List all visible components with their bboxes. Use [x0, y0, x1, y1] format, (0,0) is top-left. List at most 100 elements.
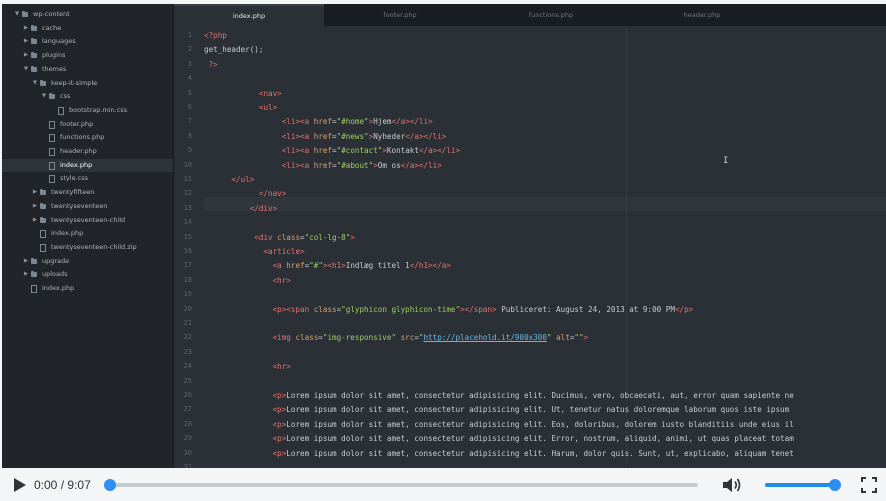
tree-item[interactable]: ▶ languages	[2, 35, 173, 48]
code-token: href	[313, 117, 333, 127]
code-token: ?>	[204, 59, 218, 69]
chevron-icon[interactable]: ▼	[31, 77, 39, 90]
code-line[interactable]: <p><span class="glyphicon glyphicon-time…	[204, 304, 694, 314]
progress-handle[interactable]	[103, 479, 116, 491]
code-line[interactable]: <img class="img-responsive" src="http://…	[204, 333, 589, 342]
code-line[interactable]: <?php	[204, 31, 227, 40]
chevron-icon[interactable]: ▶	[22, 35, 30, 48]
tree-item[interactable]: footer.php	[2, 118, 173, 131]
code-line[interactable]: <nav>	[204, 89, 282, 98]
tree-item[interactable]: twentyseventeen-child.zip	[2, 241, 173, 254]
tree-item[interactable]: ▶ upgrade	[2, 255, 173, 268]
line-number: 25	[183, 376, 192, 385]
tree-item-label: index.php	[51, 229, 84, 238]
mute-button[interactable]	[722, 476, 742, 494]
tree-item[interactable]: ▶ twentyseventeen	[2, 200, 173, 213]
tree-item-label: uploads	[42, 270, 68, 279]
line-number: 7	[187, 117, 192, 126]
code-editor[interactable]: I 1 <?php 2 get_header(); 3 ?> 4 5 <nav> 6 <ul>…	[174, 26, 886, 468]
tree-item-label: twentyseventeen-child	[51, 215, 126, 224]
tab-3[interactable]: header.php	[627, 4, 777, 26]
tree-item[interactable]: ▶ twentyseventeen-child	[2, 214, 173, 227]
chevron-icon[interactable]: ▼	[13, 8, 21, 21]
code-token: <li><a	[281, 160, 314, 170]
tree-item[interactable]: index.php	[2, 158, 173, 172]
tree-item-label: css	[60, 92, 71, 101]
tree-item[interactable]: functions.php	[2, 131, 173, 144]
chevron-icon[interactable]: ▶	[22, 22, 30, 35]
chevron-icon[interactable]: ▶	[22, 268, 30, 281]
play-icon	[14, 478, 26, 492]
tree-item[interactable]: ▼ wp-content	[2, 8, 173, 21]
tree-item[interactable]: ▶ twentyfifteen	[2, 186, 173, 199]
tree-item[interactable]: bootstrap.min.css	[2, 104, 173, 117]
code-token: get_header();	[204, 45, 264, 55]
tree-item[interactable]: ▼ css	[2, 90, 173, 103]
file-icon	[40, 230, 46, 239]
code-line[interactable]: </ul>	[204, 175, 254, 184]
line-number: 17	[183, 261, 192, 270]
tree-item[interactable]: index.php	[2, 227, 173, 240]
chevron-icon[interactable]: ▶	[31, 214, 39, 227]
tab-1[interactable]: footer.php	[325, 4, 475, 26]
tree-item[interactable]: ▶ uploads	[2, 268, 173, 281]
volume-slider[interactable]	[765, 479, 841, 491]
chevron-icon[interactable]: ▶	[22, 49, 30, 62]
fullscreen-button[interactable]	[861, 477, 877, 493]
chevron-icon[interactable]: ▶	[22, 255, 30, 268]
chevron-icon[interactable]: ▶	[31, 200, 39, 213]
code-line[interactable]: </div>	[204, 204, 277, 213]
progress-bar[interactable]	[103, 479, 698, 491]
tree-item[interactable]: header.php	[2, 145, 173, 158]
code-token: <p>	[272, 419, 287, 429]
code-token: href	[313, 146, 333, 156]
volume-handle[interactable]	[829, 479, 841, 491]
code-token: </a></li>	[405, 131, 447, 141]
code-line[interactable]: <li><a href="#about">Om os</a></li>	[204, 161, 442, 170]
code-line[interactable]: <article>	[204, 247, 304, 256]
tab-0[interactable]: index.php	[174, 4, 324, 26]
duration: 9:07	[67, 478, 91, 492]
chevron-icon[interactable]: ▼	[40, 90, 48, 103]
code-line[interactable]: <p>Lorem ipsum dolor sit amet, consectet…	[204, 420, 794, 429]
code-line[interactable]: </nav>	[204, 189, 286, 198]
code-line[interactable]: <p>Lorem ipsum dolor sit amet, consectet…	[204, 391, 794, 400]
code-line[interactable]: <li><a href="#contact">Kontakt</a></li>	[204, 146, 460, 155]
tree-item[interactable]: ▶ cache	[2, 22, 173, 35]
play-button[interactable]	[13, 477, 27, 493]
chevron-icon[interactable]: ▼	[22, 63, 30, 76]
code-line[interactable]: <p>Lorem ipsum dolor sit amet, consectet…	[204, 405, 790, 414]
tree-item[interactable]: ▼ keep-it-simple	[2, 77, 173, 90]
code-line[interactable]: ?>	[204, 60, 218, 69]
code-line[interactable]: <hr>	[204, 276, 291, 285]
code-line[interactable]: <div class="col-lg-8">	[204, 233, 355, 242]
tree-item[interactable]: ▶ plugins	[2, 49, 173, 62]
editor-tab-bar: index.php footer.php functions.php header.p…	[174, 4, 886, 26]
code-line[interactable]: <hr>	[204, 362, 291, 371]
code-line[interactable]: get_header();	[204, 45, 263, 54]
code-line[interactable]: <a href="#"><h1>Indlæg titel 1</h1></a>	[204, 261, 451, 270]
folder-icon	[49, 93, 55, 100]
code-line[interactable]: <p>Lorem ipsum dolor sit amet, consectet…	[204, 434, 794, 443]
tab-2[interactable]: functions.php	[476, 4, 626, 26]
folder-icon	[22, 11, 28, 17]
volume-fill	[765, 483, 835, 487]
chevron-icon[interactable]: ▶	[31, 186, 39, 199]
code-line[interactable]: <ul>	[204, 103, 277, 112]
tree-item[interactable]: ▼ themes	[2, 63, 173, 76]
code-line[interactable]: <p>Lorem ipsum dolor sit amet, consectet…	[204, 449, 794, 458]
code-line[interactable]: <li><a href="#news">Nyheder</a></li>	[204, 131, 447, 141]
code-token: ></span>	[460, 304, 497, 314]
file-icon	[49, 148, 55, 156]
file-icon	[40, 243, 46, 252]
code-line[interactable]: <li><a href="#home">Hjem</a></li>	[204, 117, 433, 126]
tree-item[interactable]: index.php	[2, 282, 173, 295]
tree-item[interactable]: style.css	[2, 172, 173, 185]
